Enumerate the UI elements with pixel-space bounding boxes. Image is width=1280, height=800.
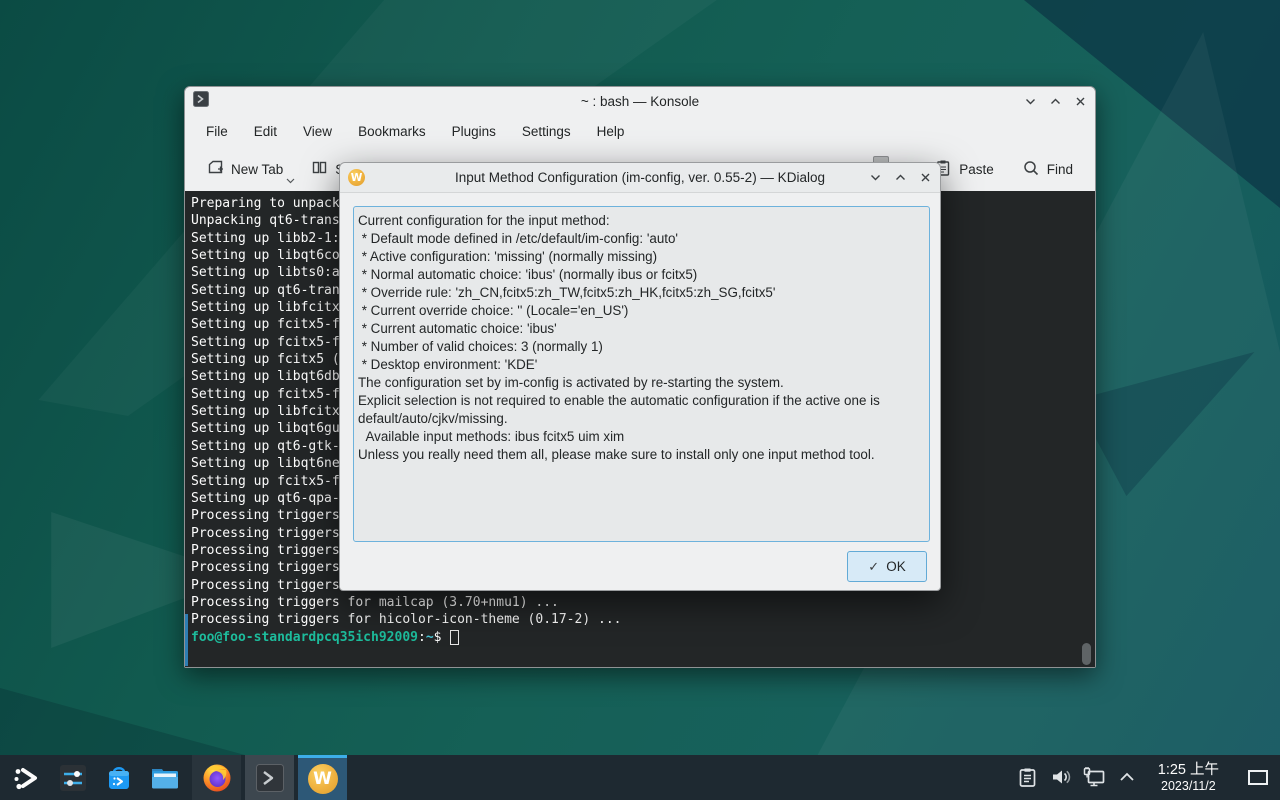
dialog-message-line: default/auto/cjkv/missing. xyxy=(358,410,925,428)
ok-button[interactable]: ✓ OK xyxy=(847,551,927,582)
menu-file[interactable]: File xyxy=(193,120,241,143)
terminal-prompt: foo@foo-standardpcq35ich92009:~$ xyxy=(191,629,1095,646)
system-tray: 1:25 上午 2023/11/2 xyxy=(1016,762,1272,793)
menu-settings[interactable]: Settings xyxy=(509,120,584,143)
konsole-menubar: File Edit View Bookmarks Plugins Setting… xyxy=(185,115,1095,147)
kdialog-task-icon: W xyxy=(308,764,338,794)
menu-edit[interactable]: Edit xyxy=(241,120,290,143)
dialog-message-line: * Current override choice: '' (Locale='e… xyxy=(358,302,925,320)
dialog-message-line: Current configuration for the input meth… xyxy=(358,212,925,230)
clock-date: 2023/11/2 xyxy=(1158,779,1219,793)
konsole-minimize-button[interactable] xyxy=(1023,94,1037,108)
kdialog-body: Current configuration for the input meth… xyxy=(340,193,940,591)
search-icon xyxy=(1022,159,1040,180)
find-label: Find xyxy=(1047,162,1073,177)
digital-clock[interactable]: 1:25 上午 2023/11/2 xyxy=(1158,762,1219,793)
kde-launcher-icon xyxy=(12,763,42,793)
dialog-message-line: Available input methods: ibus fcitx5 uim… xyxy=(358,428,925,446)
menu-help[interactable]: Help xyxy=(584,120,638,143)
kdialog-minimize-button[interactable] xyxy=(868,171,882,185)
task-firefox[interactable] xyxy=(192,755,241,800)
konsole-window-title: ~ : bash — Konsole xyxy=(185,94,1095,109)
dialog-message-line: * Active configuration: 'missing' (norma… xyxy=(358,248,925,266)
show-desktop-button[interactable] xyxy=(1244,763,1272,791)
system-settings-icon xyxy=(58,763,88,793)
konsole-titlebar[interactable]: ~ : bash — Konsole xyxy=(185,87,1095,115)
terminal-scrollbar-thumb[interactable] xyxy=(1082,643,1091,665)
folder-icon xyxy=(149,763,181,793)
network-tray-icon[interactable] xyxy=(1082,763,1106,791)
kdialog-maximize-button[interactable] xyxy=(893,171,907,185)
dialog-message-line: * Normal automatic choice: 'ibus' (norma… xyxy=(358,266,925,284)
check-icon: ✓ xyxy=(868,559,879,575)
prompt-user-host: foo@foo-standardpcq35ich92009 xyxy=(191,629,418,646)
dialog-message-line: The configuration set by im-config is ac… xyxy=(358,374,925,392)
dialog-message-line: * Current automatic choice: 'ibus' xyxy=(358,320,925,338)
desktop: ~ : bash — Konsole File Edit View Bookma… xyxy=(0,0,1280,800)
new-tab-button[interactable]: New Tab xyxy=(199,153,291,185)
volume-tray-icon[interactable] xyxy=(1049,763,1073,791)
dolphin-file-manager-button[interactable] xyxy=(142,755,188,800)
ok-button-label: OK xyxy=(886,559,906,574)
kdialog-titlebar[interactable]: W Input Method Configuration (im-config,… xyxy=(340,163,940,193)
konsole-maximize-button[interactable] xyxy=(1048,94,1062,108)
clipboard-tray-icon[interactable] xyxy=(1016,763,1040,791)
dialog-message-line: * Override rule: 'zh_CN,fcitx5:zh_TW,fci… xyxy=(358,284,925,302)
dialog-message-line: Explicit selection is not required to en… xyxy=(358,392,925,410)
dialog-message-line: * Desktop environment: 'KDE' xyxy=(358,356,925,374)
prompt-path: ~ xyxy=(426,629,434,646)
discover-button[interactable] xyxy=(96,755,142,800)
terminal-line: Processing triggers for mailcap (3.70+nm… xyxy=(191,594,1095,611)
chevron-down-icon xyxy=(286,172,295,187)
terminal-line: Processing triggers for hicolor-icon-the… xyxy=(191,611,1095,628)
dialog-message-line: Unless you really need them all, please … xyxy=(358,446,925,464)
menu-bookmarks[interactable]: Bookmarks xyxy=(345,120,439,143)
split-view-icon xyxy=(311,159,328,179)
menu-view[interactable]: View xyxy=(290,120,345,143)
kdialog-window-title: Input Method Configuration (im-config, v… xyxy=(340,170,940,185)
dialog-message-box[interactable]: Current configuration for the input meth… xyxy=(353,206,930,542)
clock-time: 1:25 上午 xyxy=(1158,762,1219,779)
show-desktop-icon xyxy=(1247,769,1269,786)
new-output-indicator xyxy=(185,614,188,666)
kdialog-close-button[interactable] xyxy=(918,171,932,185)
terminal-cursor xyxy=(450,630,459,645)
menu-plugins[interactable]: Plugins xyxy=(439,120,509,143)
task-kdialog[interactable]: W xyxy=(298,755,347,800)
new-tab-label: New Tab xyxy=(231,162,283,177)
app-launcher-button[interactable] xyxy=(4,755,50,800)
taskbar: W 1:25 上午 2023/11/2 xyxy=(0,755,1280,800)
tray-expander-chevron-up-icon[interactable] xyxy=(1115,763,1139,791)
konsole-icon xyxy=(255,763,285,793)
kdialog-window: W Input Method Configuration (im-config,… xyxy=(339,162,941,591)
find-button[interactable]: Find xyxy=(1014,153,1081,186)
dialog-message-line: * Number of valid choices: 3 (normally 1… xyxy=(358,338,925,356)
dialog-message-line: * Default mode defined in /etc/default/i… xyxy=(358,230,925,248)
system-settings-button[interactable] xyxy=(50,755,96,800)
firefox-icon xyxy=(201,762,233,794)
kdialog-app-icon: W xyxy=(348,169,365,186)
task-konsole[interactable] xyxy=(245,755,294,800)
konsole-close-button[interactable] xyxy=(1073,94,1087,108)
prompt-colon: : xyxy=(418,629,426,646)
new-tab-icon xyxy=(207,159,224,179)
discover-icon xyxy=(104,763,134,793)
prompt-dollar: $ xyxy=(434,629,442,646)
paste-label: Paste xyxy=(959,162,994,177)
